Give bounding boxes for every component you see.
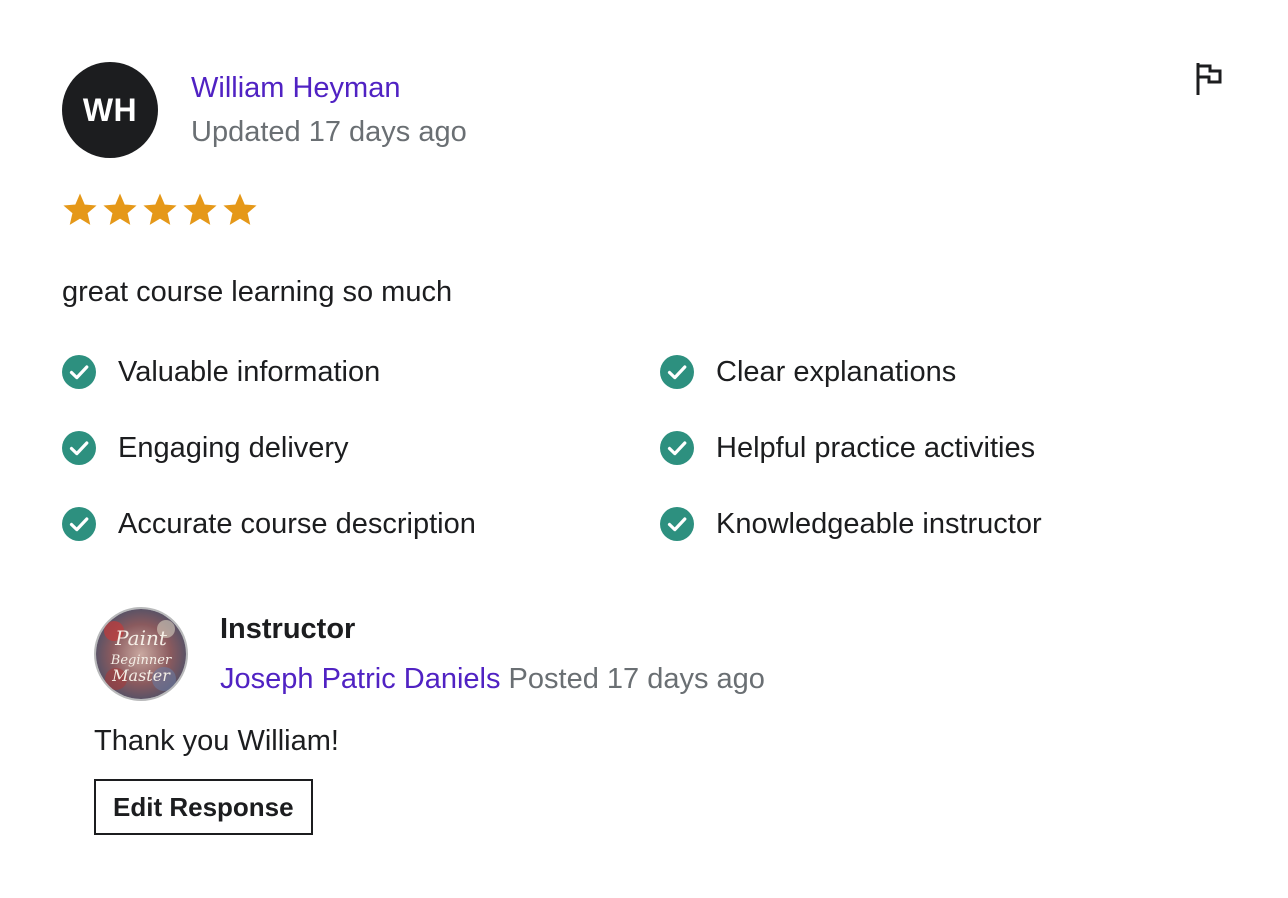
instructor-name-link[interactable]: Joseph Patric Daniels bbox=[220, 663, 500, 695]
review-tag-label: Valuable information bbox=[118, 355, 381, 388]
review-tag: Knowledgeable instructor bbox=[660, 502, 1230, 546]
star-icon bbox=[143, 193, 177, 225]
review-tag-label: Helpful practice activities bbox=[716, 431, 1036, 464]
response-message: Thank you William! bbox=[94, 725, 339, 757]
review-comment: great course learning so much bbox=[62, 276, 453, 308]
review-tag-label: Engaging delivery bbox=[118, 431, 349, 464]
posted-timestamp: Posted 17 days ago bbox=[508, 663, 765, 695]
response-byline: Joseph Patric Daniels Posted 17 days ago bbox=[220, 659, 765, 699]
reviewer-avatar: WH bbox=[62, 62, 158, 158]
check-circle-icon bbox=[660, 355, 694, 389]
response-header: Paint Beginner Master Instructor Joseph … bbox=[94, 607, 994, 701]
avatar-initials: WH bbox=[82, 91, 138, 128]
star-icon bbox=[63, 193, 97, 225]
instructor-response: Paint Beginner Master Instructor Joseph … bbox=[94, 607, 994, 835]
review-tag: Valuable information bbox=[62, 350, 660, 394]
avatar-text-line3: Master bbox=[111, 666, 171, 685]
check-circle-icon bbox=[62, 355, 96, 389]
reviewer-name-link[interactable]: William Heyman bbox=[191, 66, 467, 110]
response-meta: Instructor Joseph Patric Daniels Posted … bbox=[220, 607, 765, 699]
star-rating bbox=[62, 192, 1230, 228]
check-circle-icon bbox=[660, 431, 694, 465]
review-tags: Valuable information Clear explanations En… bbox=[62, 350, 1230, 546]
flag-icon[interactable] bbox=[1194, 62, 1224, 96]
check-circle-icon bbox=[62, 431, 96, 465]
review-tag-label: Knowledgeable instructor bbox=[716, 507, 1042, 540]
check-circle-icon bbox=[62, 507, 96, 541]
review-tag-label: Accurate course description bbox=[118, 507, 476, 540]
instructor-avatar: Paint Beginner Master bbox=[94, 607, 188, 701]
updated-timestamp: Updated 17 days ago bbox=[191, 116, 467, 148]
review-tag: Accurate course description bbox=[62, 502, 660, 546]
review-card: WH William Heyman Updated 17 days ago gr… bbox=[62, 62, 1230, 546]
star-icon bbox=[183, 193, 217, 225]
instructor-role-label: Instructor bbox=[220, 613, 356, 645]
review-tag-label: Clear explanations bbox=[716, 355, 957, 388]
review-header: WH William Heyman Updated 17 days ago bbox=[62, 62, 1230, 158]
review-tag: Helpful practice activities bbox=[660, 426, 1230, 470]
check-circle-icon bbox=[660, 507, 694, 541]
star-icon bbox=[103, 193, 137, 225]
reviewer-meta: William Heyman Updated 17 days ago bbox=[191, 66, 467, 154]
avatar-text-line1: Paint bbox=[114, 626, 168, 650]
edit-response-button[interactable]: Edit Response bbox=[94, 779, 313, 835]
review-tag: Clear explanations bbox=[660, 350, 1230, 394]
star-icon bbox=[223, 193, 257, 225]
review-tag: Engaging delivery bbox=[62, 426, 660, 470]
